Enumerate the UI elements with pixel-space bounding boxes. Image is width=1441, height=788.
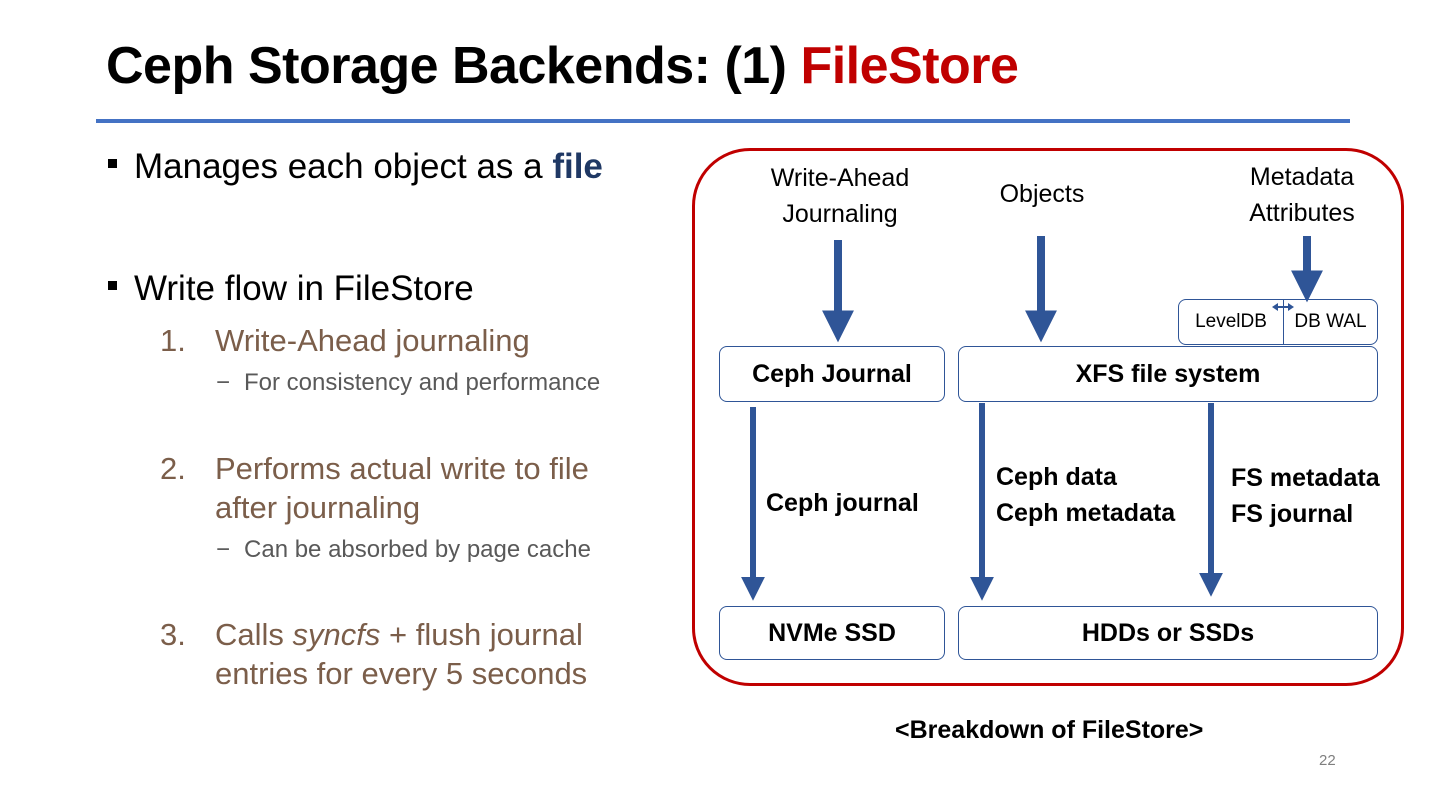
leveldb-cell: LevelDB (1179, 300, 1284, 344)
ceph-journal-box: Ceph Journal (719, 346, 945, 402)
diagram-caption: <Breakdown of FileStore> (895, 716, 1204, 744)
label-metadata-attributes: Metadata Attributes (1212, 159, 1392, 231)
label-fs-meta-line-1: FS metadata (1231, 464, 1380, 492)
label-ceph-data: Ceph data Ceph metadata (996, 459, 1175, 531)
label-meta-line-1: Metadata (1249, 163, 1355, 191)
nvme-ssd-box: NVMe SSD (719, 606, 945, 660)
label-objects: Objects (999, 180, 1085, 208)
label-write-ahead-journaling: Write-Ahead Journaling (740, 160, 940, 232)
xfs-file-system-box: XFS file system (958, 346, 1378, 402)
label-ceph-data-line-2: Ceph metadata (996, 499, 1176, 527)
hdds-or-ssds-box: HDDs or SSDs (958, 606, 1378, 660)
label-fs-meta-line-2: FS journal (1231, 500, 1354, 528)
db-wal-cell: DB WAL (1294, 311, 1367, 332)
label-fs-metadata: FS metadata FS journal (1231, 460, 1380, 532)
label-ceph-data-line-1: Ceph data (996, 463, 1117, 491)
label-wal-line-1: Write-Ahead (770, 164, 910, 192)
page-number: 22 (1319, 752, 1336, 769)
label-meta-line-2: Attributes (1249, 199, 1355, 227)
label-ceph-journal-flow: Ceph journal (766, 489, 919, 517)
label-wal-line-2: Journaling (782, 200, 898, 228)
leveldb-box: LevelDB DB WAL (1178, 299, 1378, 345)
